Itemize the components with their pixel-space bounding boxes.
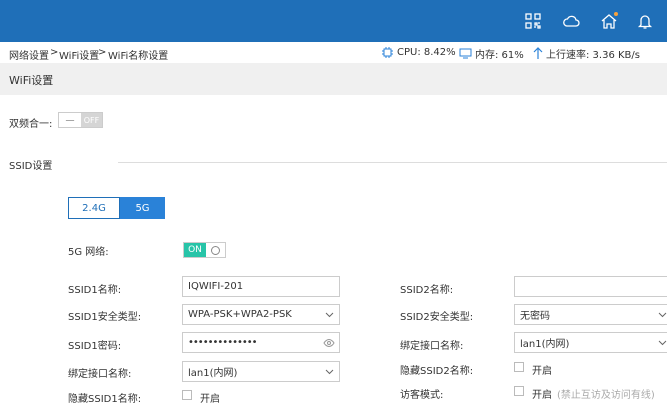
- breadcrumb-separator: >: [50, 47, 59, 58]
- toggle-state: OFF: [81, 113, 102, 127]
- breadcrumb-bar: 网络设置 > WiFi设置 > WiFi名称设置 CPU: 8.42% 内存: …: [0, 42, 667, 63]
- ssid2-security-value: 无密码: [520, 311, 550, 322]
- ssid2-name-input[interactable]: [514, 276, 667, 297]
- breadcrumb-separator: >: [98, 47, 107, 58]
- ssid2-interface-label: 绑定接口名称:: [400, 341, 464, 352]
- memory-stat: 内存: 61%: [459, 46, 524, 61]
- upload-stat: 上行速率: 3.36 KB/s: [533, 46, 640, 61]
- toggle-knob: [206, 243, 225, 257]
- ssid1-hide-option: 开启: [200, 394, 220, 405]
- ssid2-security-select[interactable]: 无密码: [514, 304, 667, 325]
- ssid-heading: SSID设置: [9, 161, 53, 172]
- tab-2-4g[interactable]: 2.4G: [68, 197, 120, 219]
- ssid2-name-label: SSID2名称:: [400, 285, 454, 296]
- ssid1-hide-label: 隐藏SSID1名称:: [68, 394, 142, 405]
- chevron-down-icon: [325, 312, 334, 318]
- ssid2-hide-label: 隐藏SSID2名称:: [400, 366, 474, 377]
- dual-band-label: 双频合一:: [9, 119, 53, 130]
- ssid1-hide-checkbox[interactable]: [182, 390, 192, 400]
- breadcrumb-home[interactable]: 网络设置: [9, 47, 49, 62]
- cloud-icon[interactable]: [562, 12, 580, 30]
- tab-5g[interactable]: 5G: [120, 197, 165, 219]
- ssid2-hide-checkbox[interactable]: [514, 362, 524, 372]
- upload-arrow-icon: [533, 47, 543, 59]
- ssid1-password-label: SSID1密码:: [68, 341, 122, 352]
- memory-value: 内存: 61%: [475, 50, 524, 61]
- guest-mode-checkbox[interactable]: [514, 386, 524, 396]
- section-title: WiFi设置: [9, 74, 54, 87]
- network-5g-toggle[interactable]: ON: [183, 242, 226, 258]
- toggle-knob: 一: [59, 113, 81, 127]
- ssid1-interface-select[interactable]: lan1(内网): [182, 361, 340, 382]
- cpu-value: CPU: 8.42%: [397, 47, 456, 58]
- chevron-down-icon: [325, 369, 334, 375]
- ssid1-name-value: IQWIFI-201: [188, 281, 244, 292]
- ssid1-interface-value: lan1(内网): [188, 368, 238, 379]
- home-icon[interactable]: [600, 12, 618, 30]
- ssid1-name-input[interactable]: IQWIFI-201: [182, 276, 340, 297]
- ssid1-security-value: WPA-PSK+WPA2-PSK: [188, 309, 292, 320]
- network-5g-label: 5G 网络:: [68, 247, 109, 258]
- section-header: WiFi设置: [0, 63, 667, 95]
- monitor-icon: [459, 48, 472, 59]
- cpu-icon: [382, 47, 393, 58]
- ssid1-security-select[interactable]: WPA-PSK+WPA2-PSK: [182, 304, 340, 325]
- toggle-state: ON: [184, 243, 206, 257]
- cpu-stat: CPU: 8.42%: [381, 46, 456, 59]
- upload-value: 上行速率: 3.36 KB/s: [546, 50, 640, 61]
- bell-icon[interactable]: [636, 12, 654, 30]
- ssid1-password-value: ••••••••••••••: [188, 337, 258, 348]
- ssid1-security-label: SSID1安全类型:: [68, 312, 142, 323]
- ssid1-name-label: SSID1名称:: [68, 285, 122, 296]
- ssid2-interface-value: lan1(内网): [520, 339, 570, 350]
- top-bar: [0, 0, 667, 42]
- section-divider: [118, 162, 667, 163]
- guest-mode-option: 开启: [532, 390, 552, 401]
- breadcrumb-current: WiFi名称设置: [108, 51, 169, 62]
- guest-mode-hint: (禁止互访及访问有线): [557, 390, 655, 401]
- ssid2-hide-option: 开启: [532, 366, 552, 377]
- eye-icon[interactable]: [323, 337, 335, 349]
- ssid1-password-input[interactable]: ••••••••••••••: [182, 332, 340, 353]
- chevron-down-icon: [658, 340, 667, 346]
- ssid1-interface-label: 绑定接口名称:: [68, 369, 132, 380]
- notification-dot: [614, 12, 618, 16]
- ssid2-security-label: SSID2安全类型:: [400, 312, 474, 323]
- dual-band-toggle[interactable]: 一 OFF: [58, 112, 103, 128]
- chevron-down-icon: [658, 312, 667, 318]
- ssid2-interface-select[interactable]: lan1(内网): [514, 332, 667, 353]
- breadcrumb-wifi[interactable]: WiFi设置: [59, 47, 99, 62]
- apps-icon[interactable]: [524, 12, 542, 30]
- guest-mode-label: 访客模式:: [400, 390, 444, 401]
